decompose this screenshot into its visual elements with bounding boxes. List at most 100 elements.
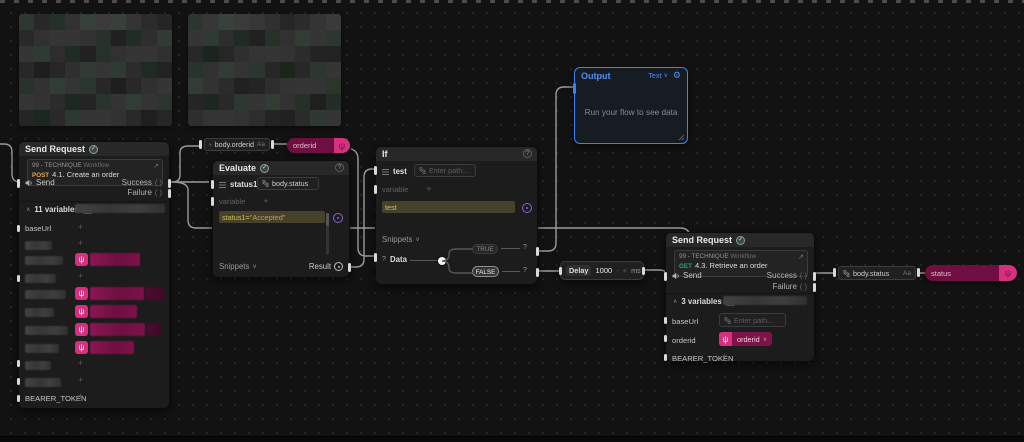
field-in-port[interactable]	[211, 180, 214, 189]
failure-port[interactable]	[813, 283, 816, 292]
body-orderid-path-chip[interactable]: body.orderid Aa	[204, 138, 270, 151]
branch-fork	[441, 248, 473, 274]
failure-port[interactable]	[168, 189, 171, 198]
if-node[interactable]: If ? test Enter path... variable + test …	[374, 146, 539, 285]
variable-in-port[interactable]	[374, 185, 377, 194]
blurred-variable-name	[25, 378, 61, 387]
blurred-panel-right[interactable]	[188, 14, 341, 126]
node-title: Send Request	[25, 144, 86, 154]
status-variable-tag[interactable]: status ψ	[925, 265, 1017, 281]
success-port-parens: ( )	[799, 271, 807, 280]
output-in-port[interactable]	[573, 83, 576, 94]
path-chip[interactable]: body.status	[257, 177, 319, 190]
decrement-button[interactable]: -	[616, 266, 619, 275]
body-status-path-chip[interactable]: body.status Aa	[838, 266, 916, 280]
variable-port[interactable]	[17, 395, 20, 402]
plus-icon[interactable]: +	[78, 239, 83, 248]
flow-canvas[interactable]: Send Request ✓ 99 - TECHNIQUE Workflow P…	[0, 0, 1024, 442]
delay-out-port[interactable]	[642, 267, 645, 275]
collapse-chevron-icon[interactable]: ∧	[673, 298, 677, 305]
data-port-type: ?	[382, 256, 386, 263]
external-link-icon[interactable]: ↗	[153, 162, 159, 170]
variable-port[interactable]	[17, 275, 20, 282]
plus-icon[interactable]: +	[78, 359, 83, 368]
blurred-variable-value	[90, 341, 134, 354]
variable-port[interactable]	[664, 335, 667, 342]
plus-icon[interactable]: +	[263, 197, 268, 206]
evaluate-node[interactable]: Evaluate ✓ ? status1 body.status variabl…	[211, 160, 351, 278]
variable-name: baseUrl	[25, 224, 52, 233]
delay-value[interactable]: 1000	[595, 266, 612, 275]
chip-out-port[interactable]	[917, 268, 920, 277]
variable-antenna-icon[interactable]: ψ	[75, 305, 88, 318]
variable-port[interactable]	[17, 225, 20, 232]
help-icon[interactable]: ?	[335, 163, 344, 172]
chip-in-port[interactable]	[199, 140, 202, 149]
variables-count: 11 variables	[34, 205, 79, 214]
blurred-panel-left[interactable]	[19, 14, 172, 126]
path-chip[interactable]: Enter path...	[414, 164, 476, 177]
output-node[interactable]: Output Text ∨ ⚙ Run your flow to see data	[573, 67, 688, 144]
orderid-variable-tag[interactable]: orderid ψ	[287, 138, 350, 153]
drag-handle-icon[interactable]	[219, 181, 226, 188]
data-in-port[interactable]	[374, 253, 377, 262]
ai-assist-icon[interactable]	[522, 203, 532, 213]
false-out-port[interactable]	[536, 268, 539, 277]
node-header[interactable]: If ?	[376, 147, 537, 161]
code-text: test	[385, 202, 397, 212]
snippets-button[interactable]: Snippets	[382, 235, 412, 244]
success-port-label: Success	[121, 178, 152, 187]
chip-in-port[interactable]	[833, 268, 836, 277]
plus-icon[interactable]: +	[78, 223, 83, 232]
variable-port[interactable]	[664, 354, 667, 361]
path-chip[interactable]: Enter path...	[719, 313, 786, 327]
external-link-icon[interactable]: ↗	[798, 253, 804, 261]
variable-port[interactable]	[664, 317, 667, 324]
variable-antenna-icon[interactable]: ψ	[75, 287, 88, 300]
variable-port[interactable]	[17, 360, 20, 367]
node-header[interactable]: Evaluate ✓ ?	[213, 161, 349, 175]
request-name: 4.1. Create an order	[52, 170, 120, 179]
help-icon[interactable]: ?	[523, 149, 532, 158]
chip-out-port[interactable]	[271, 140, 274, 149]
orderid-variable-chip[interactable]: ψ orderid ∨	[719, 332, 773, 346]
code-editor[interactable]: test	[382, 201, 515, 213]
success-port[interactable]	[168, 179, 171, 188]
send-request-node-retrieve-order[interactable]: Send Request ✓ 99 - TECHNIQUE Workflow G…	[664, 232, 816, 363]
delay-in-port[interactable]	[559, 267, 562, 275]
true-out-port[interactable]	[536, 247, 539, 256]
send-port[interactable]	[17, 179, 20, 188]
node-header[interactable]: Send Request ✓	[666, 233, 814, 247]
code-editor[interactable]: status1= "Accepted"	[219, 211, 325, 223]
success-port[interactable]	[813, 272, 816, 281]
variable-antenna-icon[interactable]: ψ	[75, 341, 88, 354]
test-in-port[interactable]	[374, 166, 377, 175]
plus-icon[interactable]: +	[78, 272, 83, 281]
snippets-button[interactable]: Snippets	[219, 262, 249, 271]
send-request-node-create-order[interactable]: Send Request ✓ 99 - TECHNIQUE Workflow P…	[17, 141, 171, 409]
plus-icon[interactable]: +	[78, 376, 83, 385]
send-port[interactable]	[664, 272, 667, 281]
plus-icon[interactable]: +	[722, 352, 727, 361]
variable-port[interactable]	[17, 378, 20, 385]
blurred-variable-value	[90, 305, 137, 318]
drag-handle-icon[interactable]	[382, 168, 389, 175]
ai-assist-icon[interactable]	[333, 213, 343, 223]
resize-handle-icon[interactable]	[677, 133, 685, 141]
plus-icon[interactable]: +	[78, 392, 83, 401]
variable-in-port[interactable]	[211, 197, 214, 206]
result-out-port[interactable]	[348, 263, 351, 272]
gear-icon[interactable]: ⚙	[673, 71, 681, 80]
scrollbar[interactable]	[326, 213, 329, 255]
delay-label: Delay	[566, 265, 592, 276]
result-port-label: Result	[308, 262, 331, 271]
variable-antenna-icon[interactable]: ψ	[75, 253, 88, 266]
delay-node[interactable]: Delay 1000 - + ms	[559, 261, 645, 280]
variable-antenna-icon[interactable]: ψ	[75, 323, 88, 336]
increment-button[interactable]: +	[623, 266, 627, 275]
output-mode-dropdown[interactable]: Text ∨	[648, 71, 668, 80]
plus-icon[interactable]: +	[426, 185, 431, 194]
node-header[interactable]: Send Request ✓	[19, 142, 169, 156]
delay-unit: ms	[631, 266, 641, 275]
collapse-chevron-icon[interactable]: ∧	[26, 206, 30, 213]
